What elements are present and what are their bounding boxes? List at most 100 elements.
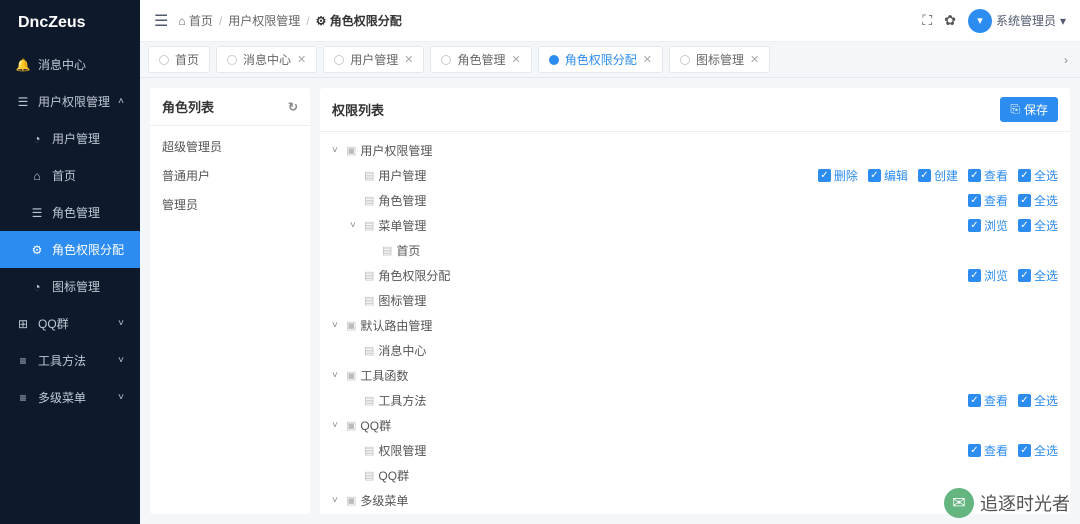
perm-all[interactable]: ✓全选 [1018,217,1058,234]
sidebar-item[interactable]: ≡多级菜单˅ [0,379,140,416]
tree-label[interactable]: 默认路由管理 [360,317,432,334]
tab-dot-icon [441,55,451,65]
perm-label: 查看 [984,392,1008,409]
close-icon[interactable]: ✕ [404,53,413,66]
checkbox-icon: ✓ [1018,269,1031,282]
tree-label[interactable]: QQ群 [360,417,391,434]
tree-row: ˅▣QQ群 [332,413,1058,438]
menu-label: 图标管理 [52,278,100,295]
perm-all[interactable]: ✓全选 [1018,167,1058,184]
tree-label[interactable]: 首页 [396,242,420,259]
tab[interactable]: 用户管理✕ [323,46,424,73]
perm-view[interactable]: ✓查看 [968,392,1008,409]
perm-all[interactable]: ✓全选 [1018,267,1058,284]
toggle-icon[interactable]: ˅ [332,320,344,331]
chevron-icon: ˅ [118,392,124,403]
toggle-icon[interactable]: ˅ [332,145,344,156]
tab[interactable]: 首页 [148,46,210,73]
close-icon[interactable]: ✕ [512,53,521,66]
perm-all[interactable]: ✓全选 [1018,192,1058,209]
tree-label[interactable]: 多级菜单 [360,492,408,509]
close-icon[interactable]: ✕ [750,53,759,66]
tree-row: ▤ QQ群 [332,463,1058,488]
sidebar-item[interactable]: 🔔消息中心 [0,46,140,83]
file-icon: ▣ [346,369,356,382]
tabs-next-icon[interactable]: › [1060,49,1072,71]
perm-browse[interactable]: ✓浏览 [968,217,1008,234]
perm-label: 查看 [984,442,1008,459]
permission-group: ✓浏览✓全选 [968,217,1058,234]
tree-row: ▤图标管理 [332,288,1058,313]
toggle-icon[interactable]: ˅ [332,420,344,431]
sidebar-item[interactable]: ⊞QQ群˅ [0,305,140,342]
fullscreen-icon[interactable]: ⛶ [922,12,932,29]
role-item[interactable]: 管理员 [150,190,310,219]
toggle-icon[interactable]: ˅ [332,370,344,381]
file-icon: ▣ [346,494,356,507]
save-label: 保存 [1024,101,1048,118]
tree-label[interactable]: 菜单管理 [378,217,426,234]
breadcrumb-item[interactable]: 用户权限管理 [228,12,300,29]
breadcrumb: ⌂ 首页/用户权限管理/⚙ 角色权限分配 [178,12,401,29]
sidebar-item[interactable]: ⚙角色权限分配 [0,231,140,268]
tree-label[interactable]: 权限管理 [378,442,426,459]
perm-delete[interactable]: ✓删除 [818,167,858,184]
sidebar-item[interactable]: ◔图标管理 [0,268,140,305]
tree-row: ˅▤菜单管理✓浏览✓全选 [332,213,1058,238]
tree-label[interactable]: 工具方法 [378,392,426,409]
sidebar-item[interactable]: ≡工具方法˅ [0,342,140,379]
toggle-icon[interactable]: ˅ [332,495,344,506]
tree-label[interactable]: 角色管理 [378,192,426,209]
chevron-icon: ˅ [118,318,124,329]
gear-icon[interactable]: ✿ [944,12,956,29]
tabs-bar: 首页消息中心✕用户管理✕角色管理✕ 角色权限分配✕图标管理✕ › [140,42,1080,78]
sidebar-item[interactable]: ◔用户管理 [0,120,140,157]
perm-label: 全选 [1034,267,1058,284]
perm-view[interactable]: ✓查看 [968,442,1008,459]
watermark-text: 追逐时光者 [980,490,1070,516]
menu-label: 用户管理 [52,130,100,147]
checkbox-icon: ✓ [968,219,981,232]
tree-label[interactable]: 消息中心 [378,342,426,359]
perm-view[interactable]: ✓查看 [968,192,1008,209]
user-menu[interactable]: ▾ 系统管理员 ▾ [968,9,1066,33]
tree-label[interactable]: 角色权限分配 [378,267,450,284]
tree-label[interactable]: 用户管理 [378,167,426,184]
perm-edit[interactable]: ✓编辑 [868,167,908,184]
tab[interactable]: 角色管理✕ [430,46,531,73]
perm-browse[interactable]: ✓浏览 [968,267,1008,284]
menu-toggle-icon[interactable]: ☰ [154,11,168,31]
refresh-icon[interactable]: ↻ [288,100,298,114]
breadcrumb-item: ⚙ 角色权限分配 [316,12,402,29]
tab[interactable]: 消息中心✕ [216,46,317,73]
tree-label[interactable]: QQ群 [378,467,409,484]
role-item[interactable]: 超级管理员 [150,132,310,161]
tree-label[interactable]: 工具函数 [360,367,408,384]
save-button[interactable]: ⎘ 保存 [1000,97,1058,122]
checkbox-icon: ✓ [1018,444,1031,457]
checkbox-icon: ✓ [968,444,981,457]
toggle-icon[interactable]: ˅ [350,220,362,231]
tab[interactable]: 图标管理✕ [669,46,770,73]
sidebar-item[interactable]: ⌂首页 [0,157,140,194]
tree-label[interactable]: 用户权限管理 [360,142,432,159]
permission-group: ✓浏览 ✓全选 [968,267,1058,284]
checkbox-icon: ✓ [968,169,981,182]
tab-dot-icon [334,55,344,65]
permission-panel-title: 权限列表 [332,100,384,119]
file-icon: ▤ [364,469,374,482]
perm-create[interactable]: ✓创建 [918,167,958,184]
perm-all[interactable]: ✓全选 [1018,392,1058,409]
perm-view[interactable]: ✓查看 [968,167,1008,184]
tree-label[interactable]: 图标管理 [378,292,426,309]
sidebar-item[interactable]: ☰角色管理 [0,194,140,231]
close-icon[interactable]: ✕ [643,53,652,66]
tab[interactable]: 角色权限分配✕ [538,46,663,73]
perm-label: 全选 [1034,217,1058,234]
sidebar-item[interactable]: ☰用户权限管理˄ [0,83,140,120]
role-item[interactable]: 普通用户 [150,161,310,190]
file-icon: ▤ [364,219,374,232]
perm-all[interactable]: ✓全选 [1018,442,1058,459]
breadcrumb-item[interactable]: ⌂ 首页 [178,12,213,29]
close-icon[interactable]: ✕ [297,53,306,66]
